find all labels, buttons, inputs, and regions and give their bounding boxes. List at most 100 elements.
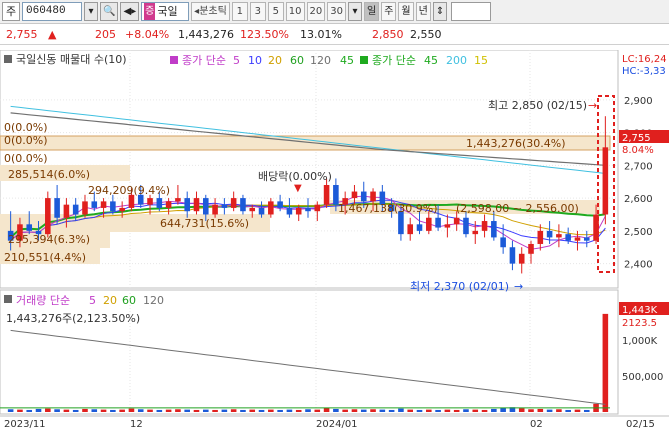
quote-bar: 2,755 ▲ 205 +8.04% 1,443,276 123.50% 13.… xyxy=(0,25,669,45)
volume-bar xyxy=(360,409,367,412)
updown-arrows-icon[interactable]: ⇕ xyxy=(432,2,448,21)
volume-bar xyxy=(221,409,228,412)
candle xyxy=(500,237,506,248)
interval-5[interactable]: 5 xyxy=(267,2,284,21)
volume-bar xyxy=(240,409,246,412)
chart-area[interactable]: 국일신동 매물대 수(10) 종가 단순 5 10 20 60 120 45 종… xyxy=(0,49,669,432)
last-price-box-label: 2,755 xyxy=(622,133,651,144)
vp-label-9: 1,467,138(30.9%) xyxy=(338,202,438,215)
x-label-1: 12 xyxy=(130,419,143,430)
high-label: 최고 2,850 (02/15) xyxy=(488,99,587,112)
volume-bar xyxy=(119,409,125,412)
candle xyxy=(230,198,237,208)
candle xyxy=(407,224,414,235)
candle xyxy=(175,198,181,202)
volume-bar xyxy=(481,409,488,412)
candle xyxy=(435,217,441,228)
candle xyxy=(509,247,516,264)
legend-ma200: 200 xyxy=(446,54,467,67)
volume-bar xyxy=(249,409,256,412)
volume-bar xyxy=(184,409,190,412)
interval-20[interactable]: 20 xyxy=(306,2,326,21)
candle xyxy=(147,198,153,205)
price-tick: 2,400 xyxy=(624,260,653,271)
candle xyxy=(416,224,423,231)
price-tick: 2,900 xyxy=(624,96,653,107)
stock-name-field[interactable]: 증 국일 xyxy=(141,2,190,21)
candle xyxy=(602,147,609,215)
period-year[interactable]: 년 xyxy=(415,2,431,21)
volume-bar xyxy=(574,409,581,412)
market-select[interactable]: 주 xyxy=(2,2,20,21)
candle xyxy=(221,204,228,208)
volume-bar xyxy=(305,409,311,412)
vp-label-2: 0(0.0%) xyxy=(4,152,48,165)
volume-bar xyxy=(156,409,163,412)
candle xyxy=(184,198,190,212)
volume-bar xyxy=(17,409,23,412)
change-percent: +8.04% xyxy=(125,28,170,41)
dropdown-chevron-icon[interactable]: ▾ xyxy=(84,2,98,21)
candle xyxy=(119,207,125,212)
volume-bar xyxy=(147,409,153,412)
volume-bar xyxy=(342,409,348,412)
candle xyxy=(72,204,79,215)
last-pct-label: 8.04% xyxy=(622,145,654,156)
interval-10[interactable]: 10 xyxy=(285,2,305,21)
volume-bar xyxy=(537,408,544,412)
volume-bar xyxy=(137,409,144,412)
period-month[interactable]: 월 xyxy=(398,2,414,21)
legend-ma15: 15 xyxy=(474,54,488,67)
low-arrow-icon: → xyxy=(514,280,523,293)
candle xyxy=(26,224,33,231)
vp-label-3: 285,514(6.0%) xyxy=(8,168,90,181)
period-week[interactable]: 주 xyxy=(381,2,397,21)
vp-label-4: 294,209(9.4%) xyxy=(88,184,170,197)
speaker-icon[interactable]: ◀▸ xyxy=(120,2,140,21)
hc-label: HC:-3,33 xyxy=(622,66,666,77)
legend-ma120: 120 xyxy=(310,54,331,67)
candle xyxy=(54,198,60,218)
vp-label-8: 1,443,276(30.4%) xyxy=(466,137,566,150)
vp-label-7: 210,551(4.4%) xyxy=(4,251,86,264)
volume-bar xyxy=(556,409,562,412)
interval-dropdown-icon[interactable]: ▾ xyxy=(348,2,362,21)
candle xyxy=(426,217,432,231)
volume-bar xyxy=(268,409,274,412)
volume-bar xyxy=(500,407,506,412)
volume-pct-label: 2123.5 xyxy=(622,318,657,329)
price-chart[interactable]: 국일신동 매물대 수(10) 종가 단순 5 10 20 60 120 45 종… xyxy=(0,49,669,432)
candle xyxy=(45,198,51,235)
interval-30[interactable]: 30 xyxy=(327,2,346,21)
stock-code-input[interactable]: 060480 xyxy=(22,2,82,21)
interval-3[interactable]: 3 xyxy=(249,2,266,21)
interval-1[interactable]: 1 xyxy=(231,2,248,21)
volume-legend-label: 거래량 단순 xyxy=(16,294,70,307)
volume-bar xyxy=(472,409,479,412)
volume-bar xyxy=(388,409,395,412)
count-input[interactable] xyxy=(451,2,492,21)
open-price: 2,550 xyxy=(410,28,442,41)
x-label-3: 02 xyxy=(530,419,543,430)
search-icon[interactable]: 🔍 xyxy=(100,2,119,21)
candle xyxy=(305,207,311,212)
price-tick: 2,500 xyxy=(624,227,653,238)
volume-tick-0: 1,000K xyxy=(622,336,658,347)
volume-bar xyxy=(26,409,33,412)
legend-ma10: 10 xyxy=(248,54,262,67)
volume-box-label: 1,443K xyxy=(622,305,658,316)
period-day[interactable]: 일 xyxy=(364,2,380,21)
dividend-label: 배당락(0.00%) xyxy=(258,170,332,183)
volume-bar xyxy=(286,409,293,412)
volume-bar xyxy=(379,409,386,412)
candle xyxy=(444,224,451,228)
vp-label-5: 644,731(15.6%) xyxy=(160,217,249,230)
interval-type-menu[interactable]: ◂분초틱 xyxy=(191,2,230,21)
legend-ma20: 20 xyxy=(268,54,282,67)
candle xyxy=(472,230,479,235)
vp-label-6: 295,394(6.3%) xyxy=(8,233,90,246)
volume-bar xyxy=(258,409,265,412)
candle xyxy=(156,198,163,208)
volume-bar xyxy=(546,409,553,412)
candle xyxy=(268,201,274,215)
